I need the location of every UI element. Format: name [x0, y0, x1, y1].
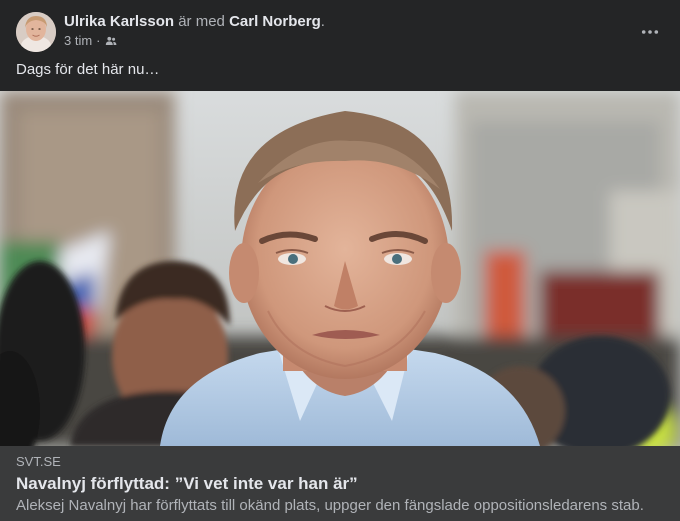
- connector-text: är med: [178, 13, 225, 30]
- post-header: Ulrika Karlsson är med Carl Norberg. 3 t…: [16, 12, 664, 52]
- avatar-photo-icon: [16, 12, 56, 52]
- post-time[interactable]: 3 tim: [64, 33, 92, 49]
- link-description: Aleksej Navalnyj har förflyttats till ok…: [16, 497, 644, 514]
- tagged-name[interactable]: Carl Norberg: [229, 13, 321, 30]
- author-line: Ulrika Karlsson är med Carl Norberg.: [64, 12, 325, 31]
- trailing-period: .: [320, 13, 325, 30]
- avatar[interactable]: [16, 12, 56, 52]
- meta-separator: ·: [96, 33, 101, 48]
- photo-of-man-at-rally-icon: [0, 91, 680, 446]
- link-headline[interactable]: Navalnyj förflyttad: ”Vi vet inte var ha…: [16, 473, 358, 494]
- post-meta: 3 tim ·: [64, 33, 117, 49]
- more-options-button[interactable]: [636, 18, 664, 46]
- friends-icon[interactable]: [105, 35, 117, 47]
- link-preview-meta[interactable]: SVT.SE Navalnyj förflyttad: ”Vi vet inte…: [0, 446, 680, 521]
- author-name[interactable]: Ulrika Karlsson: [64, 13, 174, 30]
- link-preview-image[interactable]: [0, 91, 680, 446]
- post-text: Dags för det här nu…: [16, 61, 160, 78]
- link-source: SVT.SE: [16, 454, 61, 469]
- more-options-icon: [641, 30, 659, 34]
- feed-post: Ulrika Karlsson är med Carl Norberg. 3 t…: [0, 0, 680, 521]
